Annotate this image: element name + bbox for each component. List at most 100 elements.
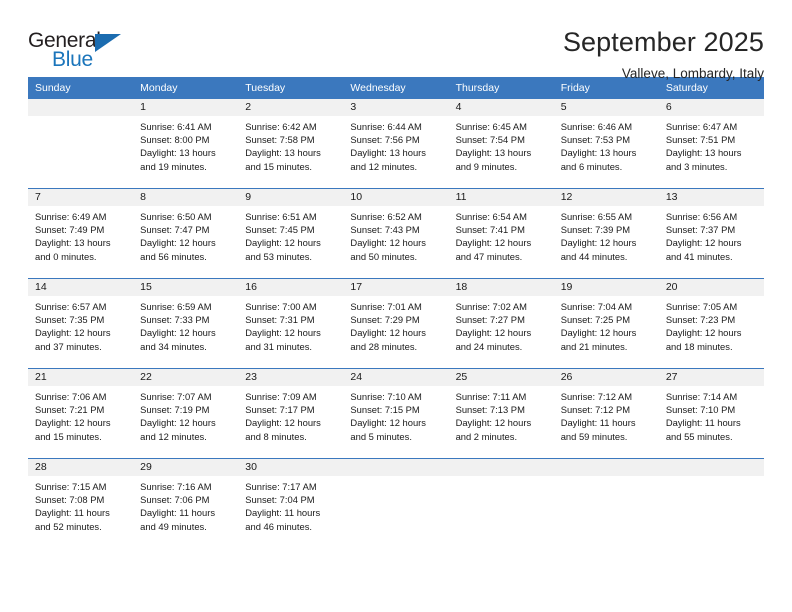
day-number: 12: [553, 189, 659, 206]
day-cell-content: 18 Sunrise: 7:02 AM Sunset: 7:27 PM Dayligh…: [448, 279, 554, 368]
day-cell[interactable]: 18 Sunrise: 7:02 AM Sunset: 7:27 PM Dayligh…: [448, 278, 554, 369]
daylight-text: Daylight: 13 hours and 12 minutes.: [350, 147, 426, 172]
day-cell[interactable]: 11 Sunrise: 6:54 AM Sunset: 7:41 PM Dayligh…: [448, 188, 554, 279]
day-number: 18: [448, 279, 554, 296]
weekday-header-sunday: Sunday: [28, 77, 134, 99]
day-cell-empty: [448, 458, 554, 548]
sunset-text: Sunset: 7:53 PM: [560, 134, 631, 146]
daylight-text: Daylight: 12 hours and 2 minutes.: [455, 417, 532, 442]
daylight-text: Daylight: 12 hours and 31 minutes.: [245, 327, 321, 352]
day-details: Sunrise: 6:41 AM Sunset: 8:00 PM Daylight:…: [133, 116, 238, 173]
daylight-text: Daylight: 12 hours and 37 minutes.: [35, 327, 111, 352]
day-details: Sunrise: 7:09 AM Sunset: 7:17 PM Daylight:…: [238, 386, 343, 443]
day-cell-empty: [343, 458, 449, 548]
day-cell-content: 26 Sunrise: 7:12 AM Sunset: 7:12 PM Dayligh…: [553, 369, 659, 458]
day-number: 17: [343, 279, 449, 296]
daylight-text: Daylight: 11 hours and 52 minutes.: [35, 507, 110, 532]
day-cell[interactable]: 22 Sunrise: 7:07 AM Sunset: 7:19 PM Dayligh…: [133, 368, 239, 459]
day-cell[interactable]: 24 Sunrise: 7:10 AM Sunset: 7:15 PM Dayligh…: [343, 368, 449, 459]
daylight-text: Daylight: 12 hours and 18 minutes.: [665, 327, 742, 352]
day-cell-content: 28 Sunrise: 7:15 AM Sunset: 7:08 PM Dayligh…: [28, 459, 134, 548]
day-cell[interactable]: 7 Sunrise: 6:49 AM Sunset: 7:49 PM Daylight…: [28, 188, 134, 279]
day-cell[interactable]: 30 Sunrise: 7:17 AM Sunset: 7:04 PM Dayligh…: [238, 458, 344, 548]
day-details: Sunrise: 6:46 AM Sunset: 7:53 PM Daylight:…: [554, 116, 659, 173]
day-cell[interactable]: 12 Sunrise: 6:55 AM Sunset: 7:39 PM Dayligh…: [553, 188, 659, 279]
day-details: Sunrise: 6:57 AM Sunset: 7:35 PM Daylight:…: [28, 296, 133, 353]
day-cell[interactable]: 8 Sunrise: 6:50 AM Sunset: 7:47 PM Daylight…: [133, 188, 239, 279]
day-details: Sunrise: 6:54 AM Sunset: 7:41 PM Daylight:…: [449, 206, 554, 263]
sunset-text: Sunset: 7:31 PM: [245, 314, 315, 326]
day-cell[interactable]: 10 Sunrise: 6:52 AM Sunset: 7:43 PM Dayligh…: [343, 188, 449, 279]
general-blue-logo[interactable]: General Blue: [28, 28, 138, 74]
day-cell[interactable]: 28 Sunrise: 7:15 AM Sunset: 7:08 PM Dayligh…: [28, 458, 134, 548]
sunset-text: Sunset: 7:08 PM: [35, 494, 105, 506]
day-details: Sunrise: 7:01 AM Sunset: 7:29 PM Daylight:…: [343, 296, 448, 353]
day-cell-content: [553, 459, 659, 548]
sunset-text: Sunset: 7:21 PM: [35, 404, 105, 416]
day-cell[interactable]: 2 Sunrise: 6:42 AM Sunset: 7:58 PM Daylight…: [238, 98, 344, 189]
day-details: Sunrise: 7:17 AM Sunset: 7:04 PM Daylight:…: [238, 476, 343, 533]
location-subtitle: Valleve, Lombardy, Italy: [621, 66, 764, 82]
day-cell[interactable]: 15 Sunrise: 6:59 AM Sunset: 7:33 PM Dayligh…: [133, 278, 239, 369]
day-details: Sunrise: 7:07 AM Sunset: 7:19 PM Daylight:…: [133, 386, 238, 443]
sunset-text: Sunset: 7:47 PM: [140, 224, 210, 236]
day-details: Sunrise: 7:05 AM Sunset: 7:23 PM Daylight:…: [659, 296, 764, 353]
day-cell[interactable]: 14 Sunrise: 6:57 AM Sunset: 7:35 PM Dayligh…: [28, 278, 134, 369]
sunrise-text: Sunrise: 6:44 AM: [350, 121, 422, 132]
day-details: Sunrise: 7:14 AM Sunset: 7:10 PM Daylight:…: [659, 386, 764, 443]
day-cell-empty: [28, 98, 134, 189]
day-details: Sunrise: 7:16 AM Sunset: 7:06 PM Daylight:…: [133, 476, 238, 533]
day-number: 28: [28, 459, 134, 476]
sunrise-text: Sunrise: 6:42 AM: [245, 121, 317, 132]
day-cell[interactable]: 29 Sunrise: 7:16 AM Sunset: 7:06 PM Dayligh…: [133, 458, 239, 548]
sunset-text: Sunset: 7:12 PM: [560, 404, 631, 416]
day-number: 14: [28, 279, 134, 296]
daylight-text: Daylight: 11 hours and 46 minutes.: [245, 507, 321, 532]
day-cell-content: [28, 99, 134, 188]
sunset-text: Sunset: 7:35 PM: [35, 314, 105, 326]
day-cell[interactable]: 5 Sunrise: 6:46 AM Sunset: 7:53 PM Daylight…: [553, 98, 659, 189]
day-cell[interactable]: 25 Sunrise: 7:11 AM Sunset: 7:13 PM Dayligh…: [448, 368, 554, 459]
sunset-text: Sunset: 7:37 PM: [665, 224, 736, 236]
day-cell[interactable]: 3 Sunrise: 6:44 AM Sunset: 7:56 PM Daylight…: [343, 98, 449, 189]
sunrise-text: Sunrise: 7:05 AM: [665, 301, 738, 312]
sunrise-text: Sunrise: 7:14 AM: [665, 391, 738, 402]
daylight-text: Daylight: 12 hours and 44 minutes.: [560, 237, 637, 262]
sunset-text: Sunset: 7:17 PM: [245, 404, 315, 416]
day-cell[interactable]: 21 Sunrise: 7:06 AM Sunset: 7:21 PM Dayligh…: [28, 368, 134, 459]
day-cell[interactable]: 19 Sunrise: 7:04 AM Sunset: 7:25 PM Dayligh…: [553, 278, 659, 369]
daylight-text: Daylight: 12 hours and 50 minutes.: [350, 237, 426, 262]
day-cell[interactable]: 1 Sunrise: 6:41 AM Sunset: 8:00 PM Daylight…: [133, 98, 239, 189]
day-cell[interactable]: 13 Sunrise: 6:56 AM Sunset: 7:37 PM Dayligh…: [658, 188, 764, 279]
sunset-text: Sunset: 7:15 PM: [350, 404, 420, 416]
sunrise-text: Sunrise: 6:55 AM: [560, 211, 633, 222]
sunrise-text: Sunrise: 6:45 AM: [455, 121, 527, 132]
day-cell-content: 15 Sunrise: 6:59 AM Sunset: 7:33 PM Dayligh…: [133, 279, 239, 368]
day-details: Sunrise: 6:44 AM Sunset: 7:56 PM Daylight:…: [343, 116, 448, 173]
day-cell[interactable]: 4 Sunrise: 6:45 AM Sunset: 7:54 PM Daylight…: [448, 98, 554, 189]
day-cell-content: 8 Sunrise: 6:50 AM Sunset: 7:47 PM Daylight…: [133, 189, 239, 278]
sunrise-text: Sunrise: 7:07 AM: [140, 391, 212, 402]
daylight-text: Daylight: 12 hours and 21 minutes.: [560, 327, 637, 352]
daylight-text: Daylight: 12 hours and 5 minutes.: [350, 417, 426, 442]
day-cell-content: 6 Sunrise: 6:47 AM Sunset: 7:51 PM Daylight…: [658, 99, 764, 188]
day-details: Sunrise: 6:59 AM Sunset: 7:33 PM Daylight:…: [133, 296, 238, 353]
day-cell[interactable]: 23 Sunrise: 7:09 AM Sunset: 7:17 PM Dayligh…: [238, 368, 344, 459]
sunset-text: Sunset: 8:00 PM: [140, 134, 210, 146]
day-cell[interactable]: 16 Sunrise: 7:00 AM Sunset: 7:31 PM Dayligh…: [238, 278, 344, 369]
day-details: Sunrise: 6:51 AM Sunset: 7:45 PM Daylight:…: [238, 206, 343, 263]
sunset-text: Sunset: 7:06 PM: [140, 494, 210, 506]
day-cell[interactable]: 9 Sunrise: 6:51 AM Sunset: 7:45 PM Daylight…: [238, 188, 344, 279]
day-cell[interactable]: 27 Sunrise: 7:14 AM Sunset: 7:10 PM Dayligh…: [658, 368, 764, 459]
day-number: 22: [133, 369, 239, 386]
weekday-header-wednesday: Wednesday: [343, 77, 449, 99]
day-cell[interactable]: 17 Sunrise: 7:01 AM Sunset: 7:29 PM Dayligh…: [343, 278, 449, 369]
day-cell[interactable]: 26 Sunrise: 7:12 AM Sunset: 7:12 PM Dayligh…: [553, 368, 659, 459]
day-cell-content: 14 Sunrise: 6:57 AM Sunset: 7:35 PM Dayligh…: [28, 279, 134, 368]
day-cell-empty: [553, 458, 659, 548]
sunrise-text: Sunrise: 7:00 AM: [245, 301, 317, 312]
day-cell[interactable]: 20 Sunrise: 7:05 AM Sunset: 7:23 PM Dayligh…: [658, 278, 764, 369]
day-cell[interactable]: 6 Sunrise: 6:47 AM Sunset: 7:51 PM Daylight…: [658, 98, 764, 189]
sunrise-text: Sunrise: 6:56 AM: [665, 211, 738, 222]
sunrise-text: Sunrise: 7:10 AM: [350, 391, 422, 402]
